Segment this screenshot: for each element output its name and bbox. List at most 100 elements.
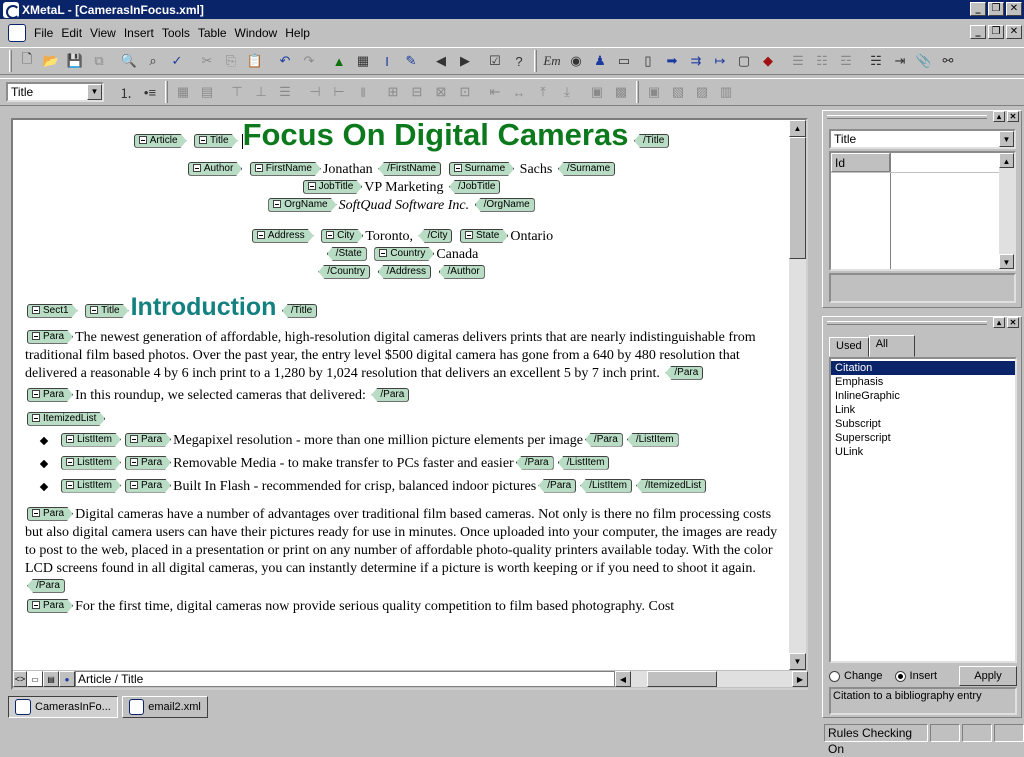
doc-close-button[interactable]: ✕ bbox=[1006, 25, 1022, 39]
close-button[interactable]: ✕ bbox=[1006, 2, 1022, 16]
tag-author-close[interactable]: /Author bbox=[438, 264, 485, 279]
redo-icon[interactable]: ↷ bbox=[298, 50, 320, 72]
split-cells-icon[interactable]: ⊟ bbox=[406, 81, 428, 103]
panel-maximize-icon[interactable]: ▴ bbox=[993, 317, 1005, 328]
tag-title-open[interactable]: Title bbox=[85, 304, 129, 318]
export-icon[interactable]: ⇥ bbox=[889, 50, 911, 72]
list-item[interactable]: ListItem Para Removable Media - to make t… bbox=[39, 452, 778, 475]
delete-col-icon[interactable]: ‖ bbox=[352, 81, 374, 103]
scroll-down-icon[interactable]: ▼ bbox=[999, 254, 1014, 269]
list-item-subscript[interactable]: Subscript bbox=[831, 417, 1015, 431]
list-item-emphasis[interactable]: Emphasis bbox=[831, 375, 1015, 389]
tag-article-open[interactable]: Article bbox=[134, 134, 187, 148]
address-country[interactable]: Canada bbox=[436, 247, 478, 262]
scroll-left-icon[interactable]: ◀ bbox=[615, 671, 631, 687]
insert-col-right-icon[interactable]: ⊢ bbox=[328, 81, 350, 103]
scroll-up-icon[interactable]: ▲ bbox=[789, 120, 806, 137]
tag-firstname-open[interactable]: FirstName bbox=[250, 162, 321, 176]
tag-itemizedlist-close[interactable]: /ItemizedList bbox=[635, 478, 707, 493]
tag-firstname-close[interactable]: /FirstName bbox=[378, 161, 442, 176]
paragraph[interactable]: Para The newest generation of affordable,… bbox=[25, 329, 778, 383]
outline-icon[interactable]: ☵ bbox=[865, 50, 887, 72]
tag-surname-open[interactable]: Surname bbox=[449, 162, 515, 176]
insert-col-left-icon[interactable]: ⊣ bbox=[304, 81, 326, 103]
tag-listitem-open[interactable]: ListItem bbox=[61, 456, 121, 470]
list-item-citation[interactable]: Citation bbox=[831, 361, 1015, 375]
horizontal-scroll-thumb[interactable] bbox=[647, 671, 717, 687]
arrow-right-icon[interactable]: ➡ bbox=[661, 50, 683, 72]
tag-address-close[interactable]: /Address bbox=[377, 264, 431, 279]
table-icon[interactable]: ▦ bbox=[172, 81, 194, 103]
paste-icon[interactable]: 📋 bbox=[244, 50, 266, 72]
book-icon[interactable]: ◆ bbox=[757, 50, 779, 72]
tag-para-open[interactable]: Para bbox=[125, 433, 171, 447]
tag-listitem-open[interactable]: ListItem bbox=[61, 433, 121, 447]
paperclip-icon[interactable]: 📎 bbox=[913, 50, 935, 72]
scroll-thumb[interactable] bbox=[789, 137, 806, 259]
panel-close-icon[interactable]: ✕ bbox=[1007, 317, 1019, 328]
merge-cells-icon[interactable]: ⊞ bbox=[382, 81, 404, 103]
cut-icon[interactable]: ✂ bbox=[196, 50, 218, 72]
paragraph[interactable]: Para For the first time, digital cameras … bbox=[25, 598, 778, 616]
border-icon[interactable]: ▣ bbox=[586, 81, 608, 103]
open-icon[interactable]: 📂 bbox=[40, 50, 62, 72]
menu-window[interactable]: Window bbox=[231, 26, 282, 40]
menu-help[interactable]: Help bbox=[281, 26, 314, 40]
replace-icon[interactable]: ⌕ bbox=[142, 50, 164, 72]
blank-page-icon[interactable]: ▢ bbox=[733, 50, 755, 72]
menu-edit[interactable]: Edit bbox=[57, 26, 86, 40]
validate-icon[interactable]: ☑ bbox=[484, 50, 506, 72]
address-state[interactable]: Ontario bbox=[510, 229, 553, 244]
align-center-icon[interactable]: ↔ bbox=[508, 81, 530, 103]
spellcheck-icon[interactable]: ✓ bbox=[166, 50, 188, 72]
cell-align-icon[interactable]: ⊡ bbox=[454, 81, 476, 103]
doc-restore-button[interactable]: ❐ bbox=[988, 25, 1004, 39]
attribute-value[interactable] bbox=[890, 153, 1014, 172]
copy-icon[interactable]: ⎘ bbox=[220, 50, 242, 72]
back-icon[interactable]: ◀ bbox=[430, 50, 452, 72]
scroll-up-icon[interactable]: ▲ bbox=[999, 153, 1014, 168]
insert-radio[interactable] bbox=[894, 670, 906, 682]
document-icon[interactable] bbox=[8, 24, 26, 42]
page-icon[interactable]: ▯ bbox=[637, 50, 659, 72]
insert-image-icon[interactable]: ▲ bbox=[328, 50, 350, 72]
tab-all[interactable]: All bbox=[868, 335, 915, 357]
tag-para-open[interactable]: Para bbox=[27, 330, 73, 344]
panel-grip[interactable] bbox=[827, 321, 987, 325]
tag-para-close[interactable]: /Para bbox=[538, 478, 577, 493]
xmetal-app-icon[interactable] bbox=[3, 1, 20, 19]
menu-tools[interactable]: Tools bbox=[158, 26, 194, 40]
list-view-3-icon[interactable]: ☲ bbox=[835, 50, 857, 72]
tag-title-close[interactable]: /Title bbox=[281, 303, 318, 318]
view-plain-icon[interactable]: ▨ bbox=[691, 81, 713, 103]
list-item-link[interactable]: Link bbox=[831, 403, 1015, 417]
tag-listitem-close[interactable]: /ListItem bbox=[626, 432, 679, 447]
shading-icon[interactable]: ▩ bbox=[610, 81, 632, 103]
save-all-icon[interactable]: ⧉ bbox=[88, 50, 110, 72]
chevron-down-icon[interactable]: ▼ bbox=[999, 131, 1014, 147]
tag-orgname-open[interactable]: OrgName bbox=[268, 198, 336, 212]
attribute-scrollbar[interactable]: ▲ ▼ bbox=[999, 153, 1014, 269]
author-orgname[interactable]: SoftQuad Software Inc. bbox=[339, 198, 470, 213]
arrow-pair-icon[interactable]: ⇉ bbox=[685, 50, 707, 72]
tag-para-open[interactable]: Para bbox=[27, 507, 73, 521]
numbered-list-icon[interactable]: ⒈ bbox=[115, 81, 137, 103]
paragraph[interactable]: Para Digital cameras have a number of adv… bbox=[25, 506, 778, 596]
author-surname[interactable]: Sachs bbox=[520, 162, 553, 177]
author-firstname[interactable]: Jonathan bbox=[323, 162, 373, 177]
tag-surname-close[interactable]: /Surname bbox=[557, 161, 616, 176]
tab-used[interactable]: Used bbox=[829, 337, 869, 357]
align-bottom-icon[interactable]: ⤓ bbox=[556, 81, 578, 103]
text-cursor-icon[interactable]: I bbox=[376, 50, 398, 72]
citation-icon[interactable]: ◉ bbox=[565, 50, 587, 72]
tag-para-close[interactable]: /Para bbox=[584, 432, 623, 447]
menu-insert[interactable]: Insert bbox=[120, 26, 158, 40]
list-item-inlinegraphic[interactable]: InlineGraphic bbox=[831, 389, 1015, 403]
tag-jobtitle-close[interactable]: /JobTitle bbox=[448, 179, 501, 194]
list-view-icon[interactable]: ☰ bbox=[787, 50, 809, 72]
tag-jobtitle-open[interactable]: JobTitle bbox=[303, 180, 363, 194]
emphasis-button[interactable]: Em bbox=[541, 50, 563, 72]
menu-view[interactable]: View bbox=[86, 26, 120, 40]
help-icon[interactable]: ? bbox=[508, 50, 530, 72]
tag-state-close[interactable]: /State bbox=[326, 246, 367, 261]
